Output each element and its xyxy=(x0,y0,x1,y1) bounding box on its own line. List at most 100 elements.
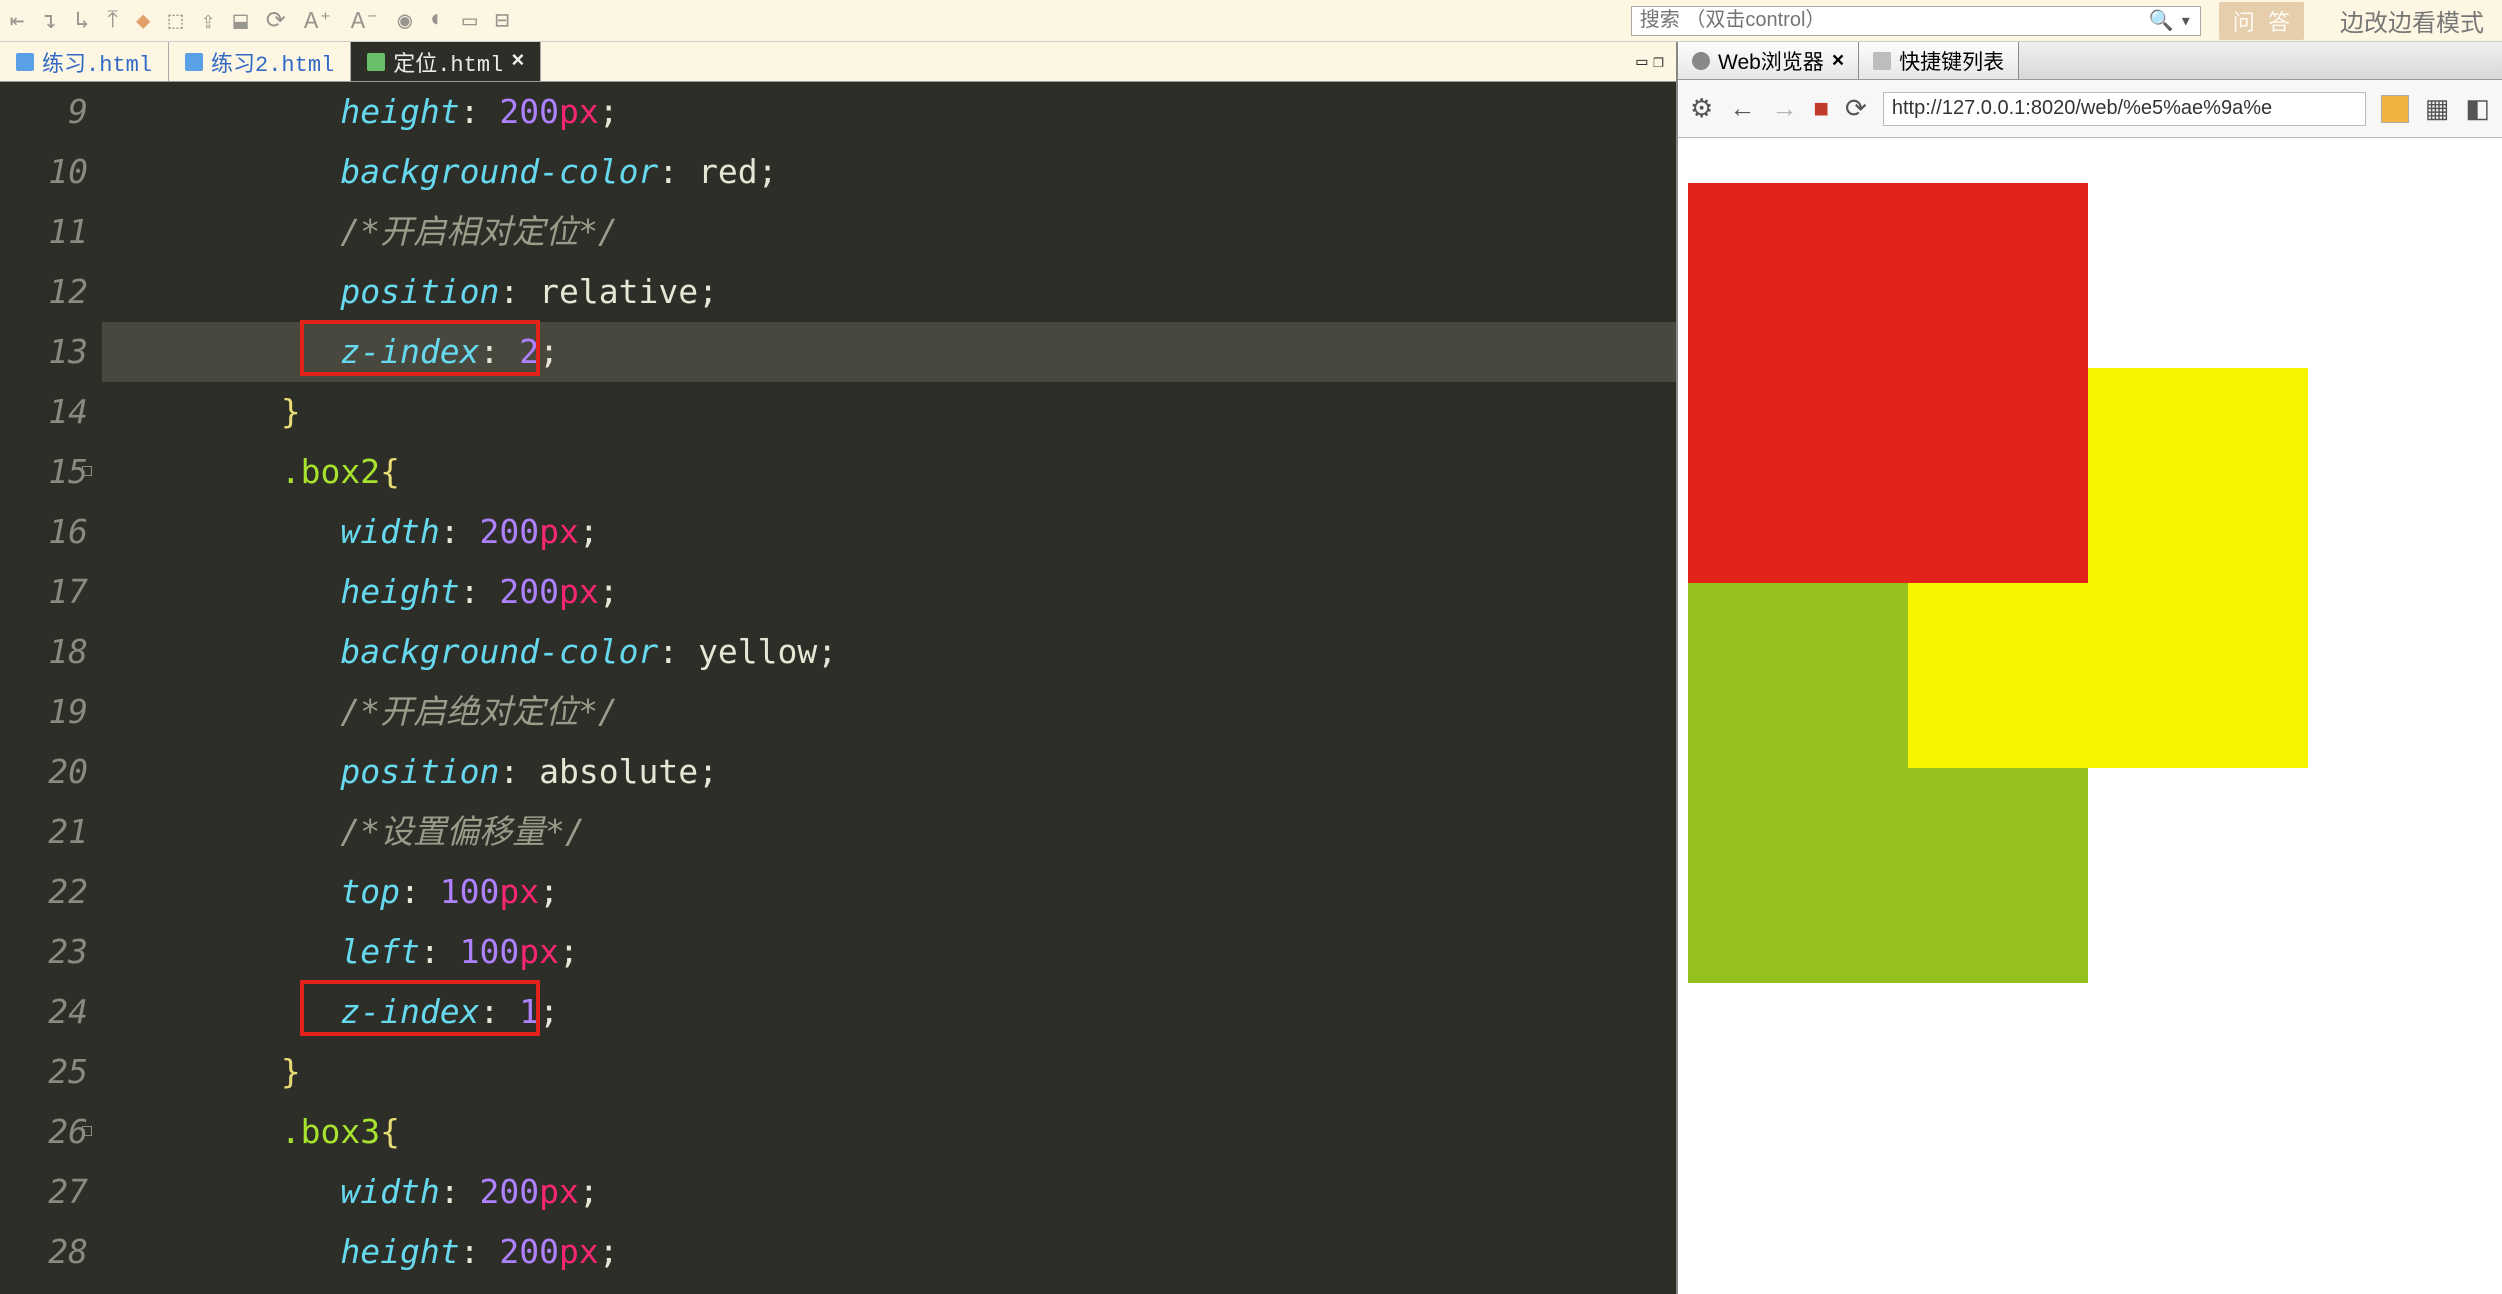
code-line[interactable]: .box3{ xyxy=(102,1102,1676,1162)
preview-tab-browser[interactable]: Web浏览器 × xyxy=(1678,42,1859,79)
line-number: 19 xyxy=(0,682,88,742)
tool-icon[interactable]: ⬓ xyxy=(233,6,247,36)
tool-icon[interactable]: A⁻ xyxy=(351,6,380,36)
close-icon[interactable]: × xyxy=(1832,49,1844,73)
gear-icon[interactable]: ⚙ xyxy=(1690,93,1713,124)
code-line[interactable]: z-index: 1; xyxy=(102,982,1676,1042)
code-line[interactable]: width: 200px; xyxy=(102,1162,1676,1222)
forward-icon[interactable]: → xyxy=(1771,93,1797,124)
search-icon[interactable]: 🔍 xyxy=(2149,8,2174,34)
line-number: 26 xyxy=(0,1102,88,1162)
code-line[interactable]: left: 100px; xyxy=(102,922,1676,982)
code-line[interactable]: /*设置偏移量*/ xyxy=(102,802,1676,862)
go-button[interactable] xyxy=(2381,95,2409,123)
back-icon[interactable]: ← xyxy=(1729,93,1755,124)
tool-icon[interactable]: A⁺ xyxy=(304,6,333,36)
tool-icon[interactable]: ⤒ xyxy=(107,7,118,35)
tool-icon[interactable]: ↴ xyxy=(42,6,56,36)
globe-icon xyxy=(1692,52,1710,70)
restore-icon[interactable]: ❐ xyxy=(1653,51,1664,73)
tool-icon[interactable]: ⊟ xyxy=(495,6,509,36)
tab-label: 定位.html xyxy=(393,46,503,78)
code-line[interactable]: /*开启相对定位*/ xyxy=(102,202,1676,262)
line-number: 20 xyxy=(0,742,88,802)
line-number: 10 xyxy=(0,142,88,202)
code-line[interactable]: } xyxy=(102,382,1676,442)
code-line[interactable]: z-index: 2; xyxy=(102,322,1676,382)
tool-icon[interactable]: ⇪ xyxy=(201,6,215,36)
ext-icon[interactable]: ◧ xyxy=(2465,93,2490,124)
tool-icon[interactable]: ⟳ xyxy=(266,6,286,36)
close-icon[interactable]: × xyxy=(511,49,524,74)
search-input[interactable] xyxy=(1640,9,2149,32)
tab-label: 快捷键列表 xyxy=(1899,46,2004,76)
tool-icon[interactable]: ▭ xyxy=(462,6,476,36)
code-line[interactable]: } xyxy=(102,1042,1676,1102)
code-line[interactable]: background-color: yellow; xyxy=(102,622,1676,682)
list-icon xyxy=(1873,52,1891,70)
line-number: 18 xyxy=(0,622,88,682)
qa-button[interactable]: 问 答 xyxy=(2219,2,2304,40)
line-number: 16 xyxy=(0,502,88,562)
fold-icon[interactable] xyxy=(82,466,92,476)
line-number: 24 xyxy=(0,982,88,1042)
file-icon xyxy=(16,53,34,71)
render-area xyxy=(1678,138,2502,1294)
file-icon xyxy=(367,53,385,71)
tool-icon[interactable]: ↳ xyxy=(75,6,89,36)
line-number: 13 xyxy=(0,322,88,382)
tool-icon[interactable]: ⇤ xyxy=(10,6,24,36)
tab-label: 练习2.html xyxy=(211,46,334,78)
editor-tab-active[interactable]: 定位.html × xyxy=(351,42,541,81)
preview-nav: ⚙ ← → ■ ⟳ ▦ ◧ xyxy=(1678,80,2502,138)
qr-icon[interactable]: ▦ xyxy=(2425,93,2450,124)
dropdown-icon[interactable]: ▾ xyxy=(2180,8,2192,34)
minimize-icon[interactable]: ▭ xyxy=(1636,51,1647,73)
code-line[interactable]: position: absolute; xyxy=(102,742,1676,802)
bookmark-icon[interactable]: ◆ xyxy=(136,6,150,36)
line-number: 28 xyxy=(0,1222,88,1282)
stop-icon[interactable]: ■ xyxy=(1813,93,1829,124)
main-area: 练习.html 练习2.html 定位.html × ▭ ❐ 910111213… xyxy=(0,42,2502,1294)
code-line[interactable]: height: 200px; xyxy=(102,82,1676,142)
code-line[interactable]: position: relative; xyxy=(102,262,1676,322)
line-number: 23 xyxy=(0,922,88,982)
search-input-wrapper[interactable]: 🔍 ▾ xyxy=(1631,6,2201,36)
line-number: 12 xyxy=(0,262,88,322)
line-number: 17 xyxy=(0,562,88,622)
line-number: 25 xyxy=(0,1042,88,1102)
preview-tab-shortcuts[interactable]: 快捷键列表 xyxy=(1859,42,2019,79)
line-number: 14 xyxy=(0,382,88,442)
line-number: 22 xyxy=(0,862,88,922)
url-box[interactable] xyxy=(1883,92,2366,126)
line-number: 15 xyxy=(0,442,88,502)
editor-panel: 练习.html 练习2.html 定位.html × ▭ ❐ 910111213… xyxy=(0,42,1678,1294)
line-number: 27 xyxy=(0,1162,88,1222)
line-number: 11 xyxy=(0,202,88,262)
code-line[interactable]: .box2{ xyxy=(102,442,1676,502)
file-icon xyxy=(185,53,203,71)
box1-red xyxy=(1688,183,2088,583)
code-line[interactable]: height: 200px; xyxy=(102,562,1676,622)
mode-label[interactable]: 边改边看模式 xyxy=(2340,3,2484,39)
code-line[interactable]: /*开启绝对定位*/ xyxy=(102,682,1676,742)
code-line[interactable]: height: 200px; xyxy=(102,1222,1676,1282)
tab-label: 练习.html xyxy=(42,46,152,78)
chrome-icon[interactable]: ◐ xyxy=(430,7,444,34)
code-line[interactable]: top: 100px; xyxy=(102,862,1676,922)
fold-icon[interactable] xyxy=(82,1126,92,1136)
code-line[interactable]: background-color: red; xyxy=(102,142,1676,202)
reload-icon[interactable]: ⟳ xyxy=(1845,93,1867,124)
code-line[interactable]: width: 200px; xyxy=(102,502,1676,562)
url-input[interactable] xyxy=(1892,97,2357,120)
editor-tab[interactable]: 练习.html xyxy=(0,42,169,81)
tab-label: Web浏览器 xyxy=(1718,46,1824,76)
code-area[interactable]: 910111213141516171819202122232425262728 … xyxy=(0,82,1676,1294)
tool-icon[interactable]: ⬚ xyxy=(168,6,182,36)
code-content[interactable]: height: 200px; background-color: red; /*… xyxy=(102,82,1676,1294)
editor-tab[interactable]: 练习2.html xyxy=(169,42,351,81)
line-number: 9 xyxy=(0,82,88,142)
preview-tabs: Web浏览器 × 快捷键列表 xyxy=(1678,42,2502,80)
tool-icon[interactable]: ◉ xyxy=(398,6,412,36)
line-number: 21 xyxy=(0,802,88,862)
